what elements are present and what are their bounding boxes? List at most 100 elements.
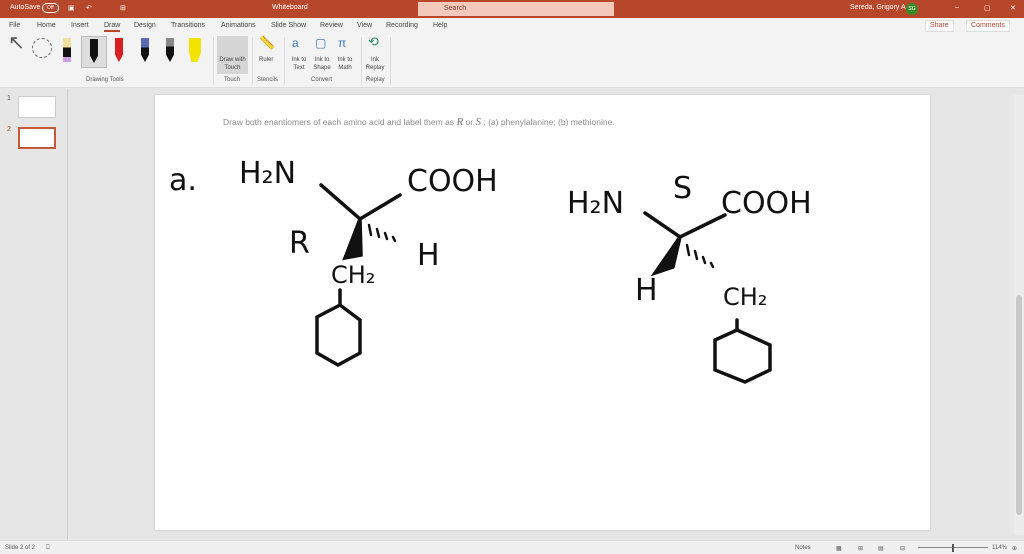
reading-view-icon[interactable]: ▤ <box>878 545 884 552</box>
divider <box>213 37 214 85</box>
ink-wedge <box>650 236 682 277</box>
tab-design[interactable]: Design <box>134 22 156 29</box>
tab-review[interactable]: Review <box>320 22 343 29</box>
divider <box>361 37 362 85</box>
fit-slide-icon[interactable]: ⊕ <box>1012 545 1017 552</box>
comments-button[interactable]: Comments <box>966 20 1010 32</box>
ruler-icon: 📏 <box>259 35 276 50</box>
ink-cooh: COOH <box>407 164 498 199</box>
zoom-slider-thumb[interactable] <box>952 544 954 552</box>
divider <box>284 37 285 85</box>
tab-insert[interactable]: Insert <box>71 22 89 29</box>
ink-h-2: H <box>635 273 658 308</box>
notes-button[interactable]: Notes <box>795 545 811 551</box>
ink-h2n: H₂N <box>239 156 296 191</box>
ink-benzene-ring <box>315 302 362 368</box>
zoom-level[interactable]: 114% <box>992 545 1007 551</box>
title-bar: AutoSave Off ▣ ↶ ⊞ Whiteboard Search Ser… <box>0 0 1024 18</box>
ink-drawing: a. H₂N COOH R H CH₂ H₂N S COOH H CH₂ <box>169 156 812 384</box>
thumbnail-number: 2 <box>7 126 11 133</box>
ink-to-shape-button[interactable]: Ink to Shape <box>311 56 333 72</box>
slide-canvas[interactable]: Draw both enantiomers of each amino acid… <box>155 95 930 530</box>
normal-view-icon[interactable]: ▦ <box>836 545 842 552</box>
autosave-toggle[interactable]: Off <box>42 3 59 13</box>
ink-ch2-2: CH₂ <box>723 283 767 311</box>
ribbon-tabs: File Home Insert Draw Design Transitions… <box>0 18 1024 35</box>
tab-animations[interactable]: Animations <box>221 22 256 29</box>
ink-to-text-icon: a <box>292 36 299 50</box>
tab-draw[interactable]: Draw <box>104 22 121 32</box>
slideshow-icon[interactable]: ⊟ <box>900 545 905 552</box>
ink-replay-button[interactable]: Ink Replay <box>364 56 386 72</box>
touch-group-label: Touch <box>224 77 241 83</box>
pen-black-icon <box>90 39 98 63</box>
pen-galaxy-icon[interactable] <box>141 38 149 62</box>
ribbon: ↖ Drawing Tools Draw with Touch Touch 📏 … <box>0 33 1024 88</box>
slide-thumbnail-pane: 1 2 <box>0 89 68 540</box>
document-title[interactable]: Whiteboard <box>272 4 308 11</box>
tab-slide-show[interactable]: Slide Show <box>271 22 306 29</box>
lasso-icon[interactable] <box>32 38 52 58</box>
close-icon[interactable]: ✕ <box>1010 4 1016 12</box>
slide-counter: Slide 2 of 2 <box>5 545 36 551</box>
stencils-group-label: Stencils <box>257 77 279 83</box>
divider <box>390 37 391 85</box>
ruler-button[interactable]: Ruler <box>259 56 273 64</box>
draw-with-touch-button[interactable]: Draw with Touch <box>217 36 248 74</box>
ink-to-shape-icon: ▢ <box>315 36 327 50</box>
eraser-icon[interactable] <box>63 38 71 62</box>
ink-bond <box>643 211 727 240</box>
draw-with-touch-label: Draw with Touch <box>219 57 246 71</box>
ink-benzene-ring <box>713 328 772 384</box>
pen-red-icon[interactable] <box>115 38 123 62</box>
select-arrow-icon[interactable]: ↖ <box>8 33 25 53</box>
tab-recording[interactable]: Recording <box>386 22 418 29</box>
slide-thumbnail-1[interactable] <box>18 96 56 118</box>
ink-bond <box>319 183 402 222</box>
present-icon[interactable]: ⊞ <box>120 4 126 12</box>
search-input[interactable]: Search <box>418 2 614 16</box>
divider <box>252 37 253 85</box>
accessibility-icon[interactable]: ⎕ <box>46 545 50 552</box>
ink-ch2: CH₂ <box>331 261 375 289</box>
slide-thumbnail-2[interactable] <box>18 127 56 149</box>
tab-transitions[interactable]: Transitions <box>171 22 205 29</box>
replay-group-label: Replay <box>366 77 385 83</box>
minimize-icon[interactable]: – <box>955 4 959 11</box>
ink-wedge <box>342 218 363 261</box>
ink-r: R <box>289 226 310 261</box>
ink-h2n-2: H₂N <box>567 186 624 221</box>
ink-cooh-2: COOH <box>721 186 812 221</box>
pencil-icon[interactable] <box>166 38 174 62</box>
autosave-label: AutoSave <box>10 4 41 11</box>
slide-sorter-icon[interactable]: ⊞ <box>858 545 863 552</box>
undo-icon[interactable]: ↶ <box>86 4 92 12</box>
share-button[interactable]: Share <box>925 20 954 32</box>
user-name[interactable]: Sereda, Grigory A <box>850 4 906 11</box>
search-placeholder: Search <box>444 5 467 12</box>
drawing-tools-group-label: Drawing Tools <box>86 77 124 83</box>
status-bar: Slide 2 of 2 ⎕ Notes ▦ ⊞ ▤ ⊟ 114% ⊕ <box>0 540 1024 554</box>
ink-to-math-button[interactable]: Ink to Math <box>333 56 357 72</box>
ink-replay-icon: ⟲ <box>368 34 379 49</box>
ink-s: S <box>673 171 692 206</box>
convert-group-label: Convert <box>311 77 333 83</box>
thumbnail-number: 1 <box>7 95 11 102</box>
scrollbar-thumb[interactable] <box>1016 295 1022 515</box>
tab-home[interactable]: Home <box>37 22 56 29</box>
tab-view[interactable]: View <box>357 22 372 29</box>
ink-to-math-icon: π <box>338 36 347 50</box>
highlighter-icon[interactable] <box>189 38 201 62</box>
ink-h: H <box>417 238 440 273</box>
tab-help[interactable]: Help <box>433 22 447 29</box>
tab-file[interactable]: File <box>9 22 20 29</box>
avatar[interactable]: SG <box>906 3 918 15</box>
restore-icon[interactable]: ▢ <box>984 4 991 12</box>
ink-label-a: a. <box>169 163 197 198</box>
ink-hash-bond <box>685 243 715 269</box>
save-icon[interactable]: ▣ <box>68 4 75 12</box>
vertical-scrollbar[interactable] <box>1014 95 1024 535</box>
ink-hash-bond <box>367 223 397 243</box>
ink-to-text-button[interactable]: Ink to Text <box>288 56 310 72</box>
pen-black-button[interactable] <box>81 36 107 68</box>
